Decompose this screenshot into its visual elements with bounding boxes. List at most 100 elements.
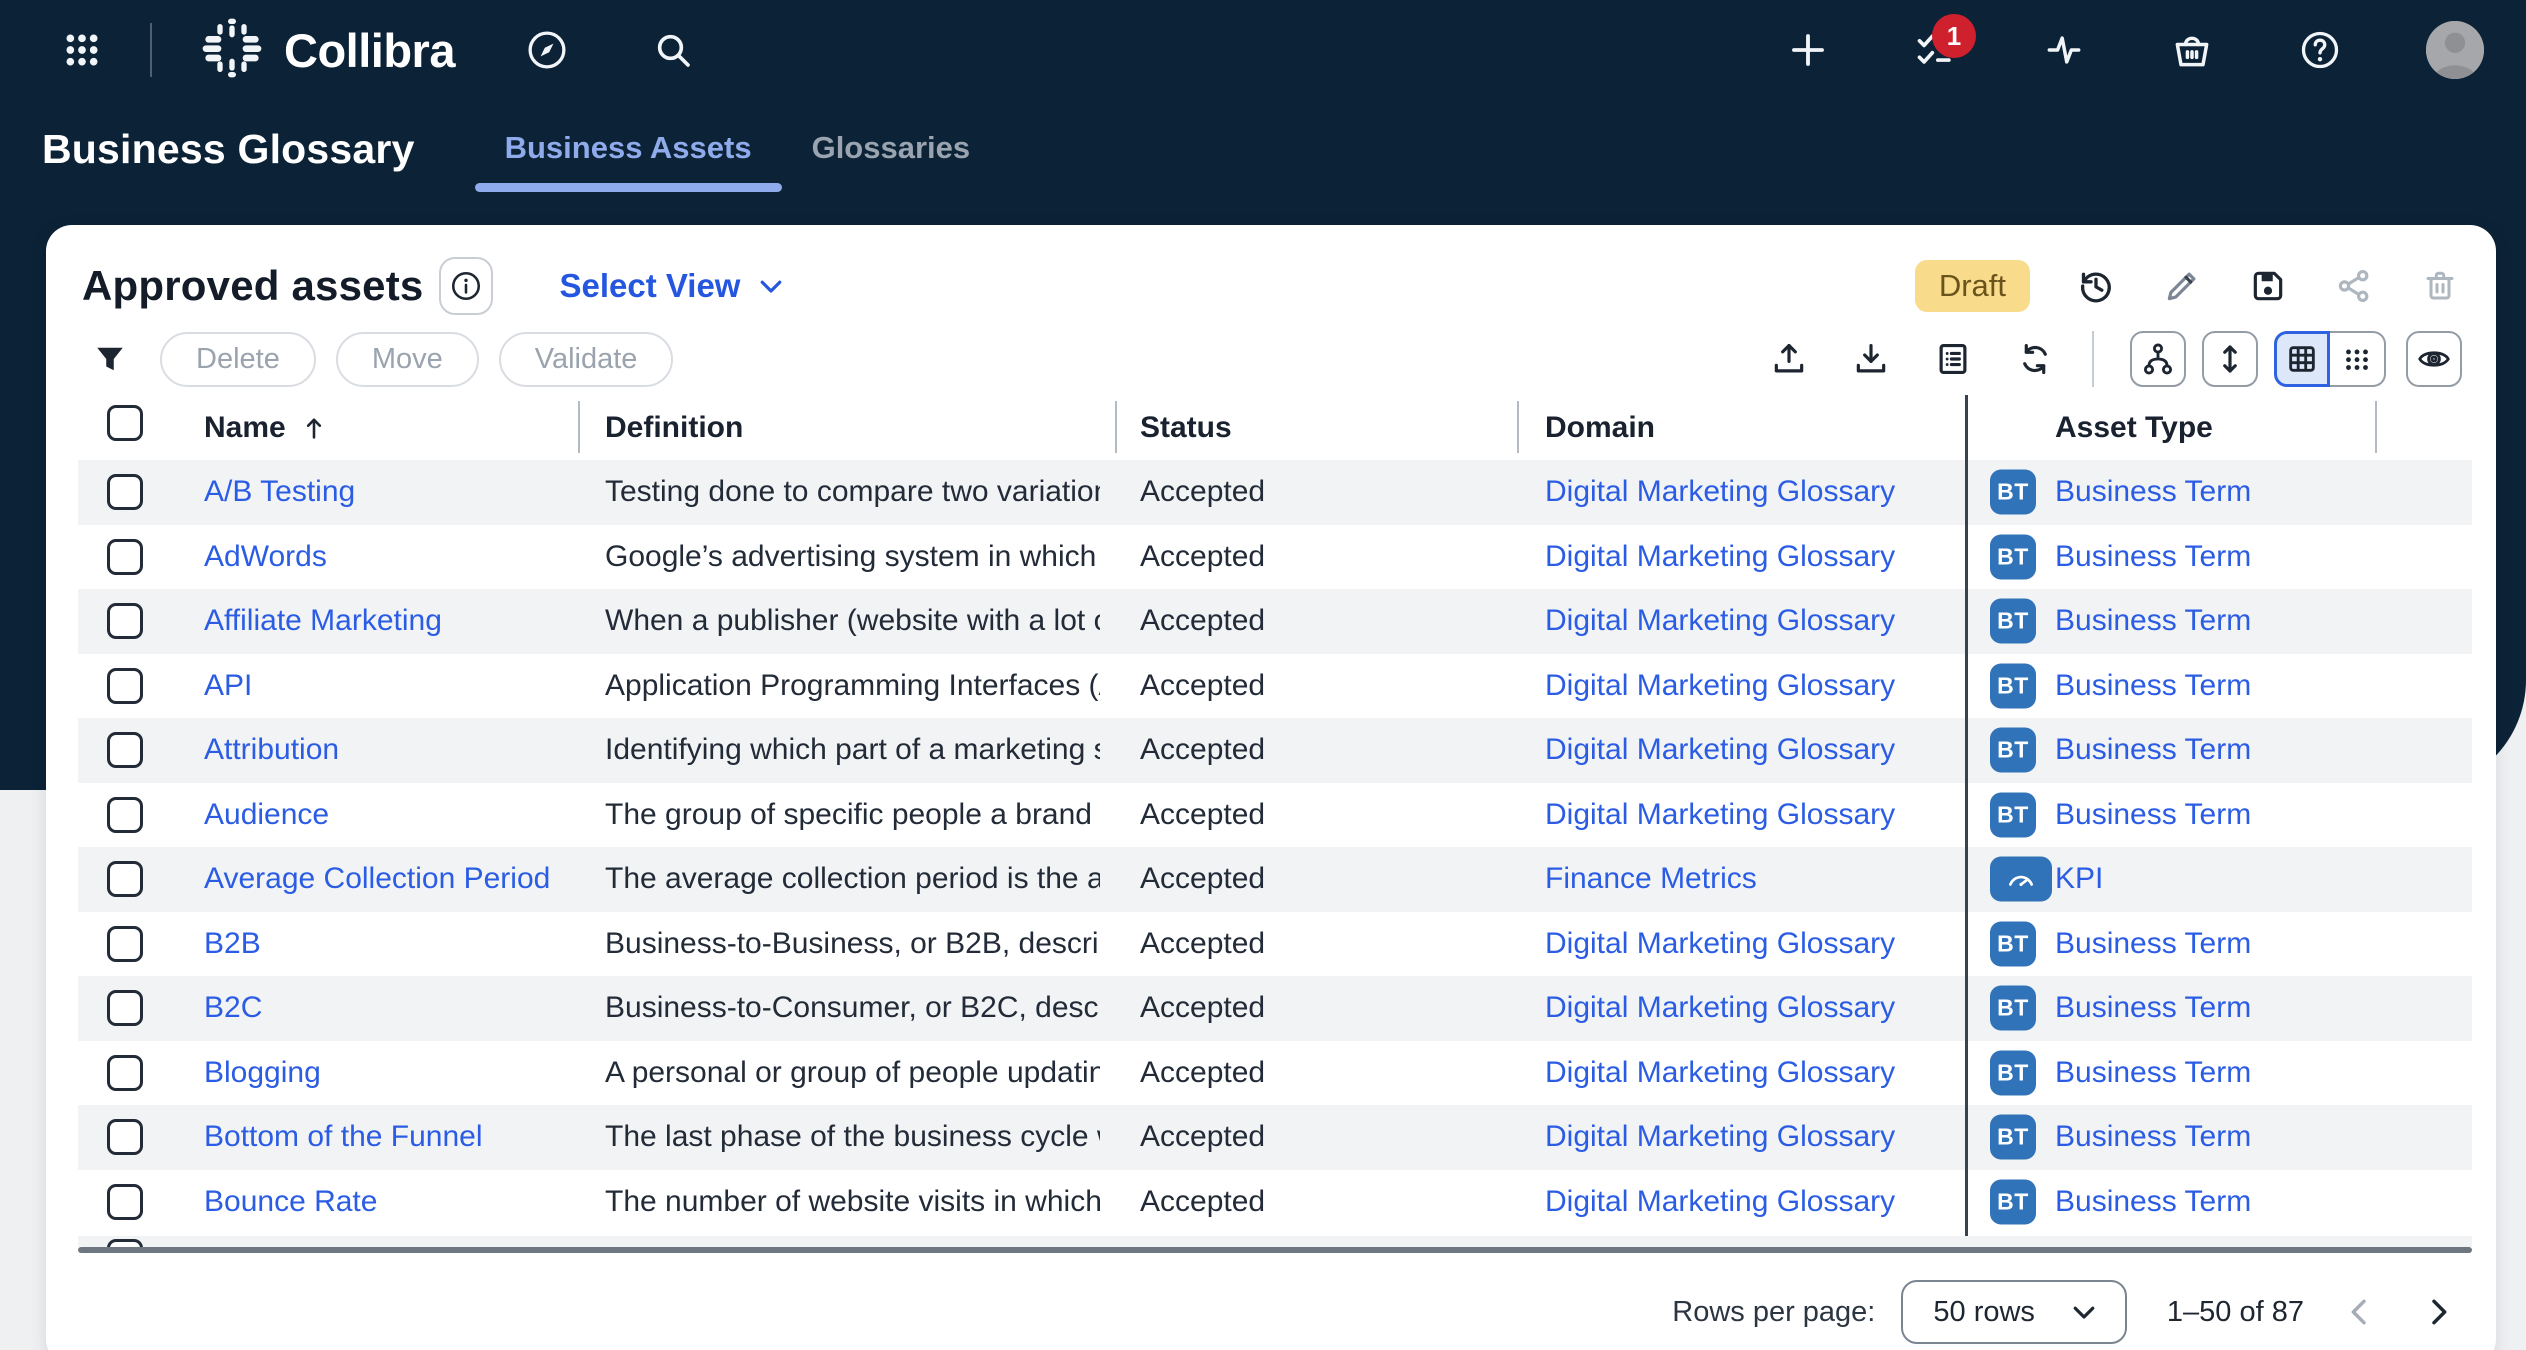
collibra-logo[interactable]: Collibra xyxy=(200,16,455,85)
row-checkbox[interactable] xyxy=(107,732,143,768)
refresh-icon[interactable] xyxy=(2014,338,2056,380)
download-icon[interactable] xyxy=(1850,338,1892,380)
asset-type-link[interactable]: Business Term xyxy=(2055,783,2385,848)
asset-type-link[interactable]: Business Term xyxy=(2055,460,2385,525)
asset-domain-link[interactable]: Digital Marketing Glossary xyxy=(1545,589,1950,654)
info-icon[interactable] xyxy=(439,257,493,315)
asset-type-link[interactable]: Business Term xyxy=(2055,912,2385,977)
asset-name-link[interactable]: B2B xyxy=(204,912,570,977)
select-view-dropdown[interactable]: Select View xyxy=(559,267,786,305)
trash-icon[interactable] xyxy=(2420,266,2460,306)
asset-domain-link[interactable]: Digital Marketing Glossary xyxy=(1545,1170,1950,1235)
row-checkbox[interactable] xyxy=(107,668,143,704)
column-header-asset-type[interactable]: Asset Type xyxy=(2055,395,2213,460)
asset-type-link[interactable]: Business Term xyxy=(2055,718,2385,783)
asset-type-link[interactable]: Business Term xyxy=(2055,525,2385,590)
table-view-icon[interactable] xyxy=(2274,331,2330,387)
column-header-name[interactable]: Name xyxy=(204,395,570,460)
row-checkbox[interactable] xyxy=(107,797,143,833)
create-plus-icon[interactable] xyxy=(1786,28,1830,72)
row-height-button[interactable] xyxy=(2202,331,2258,387)
column-header-domain[interactable]: Domain xyxy=(1545,395,1950,460)
validate-button[interactable]: Validate xyxy=(499,332,674,387)
share-icon[interactable] xyxy=(2334,266,2374,306)
search-icon[interactable] xyxy=(651,28,695,72)
asset-type-link[interactable]: Business Term xyxy=(2055,654,2385,719)
row-checkbox[interactable] xyxy=(107,861,143,897)
column-resize-handle[interactable] xyxy=(578,401,580,453)
history-icon[interactable] xyxy=(2076,266,2116,306)
asset-domain-link[interactable]: Digital Marketing Glossary xyxy=(1545,525,1950,590)
asset-domain-link[interactable]: Digital Marketing Glossary xyxy=(1545,976,1950,1041)
column-header-definition[interactable]: Definition xyxy=(605,395,1100,460)
report-icon[interactable] xyxy=(1932,338,1974,380)
apps-grid-icon[interactable] xyxy=(60,28,104,72)
asset-type-link[interactable]: KPI xyxy=(2055,847,2385,912)
tile-view-icon[interactable] xyxy=(2330,331,2386,387)
sort-ascending-icon xyxy=(300,414,328,442)
preview-eye-icon[interactable] xyxy=(2406,331,2462,387)
asset-type-link[interactable]: Business Term xyxy=(2055,1041,2385,1106)
asset-type-link[interactable]: Business Term xyxy=(2055,1105,2385,1170)
select-all-checkbox[interactable] xyxy=(107,405,143,441)
tab-business-assets[interactable]: Business Assets xyxy=(475,130,782,192)
row-checkbox[interactable] xyxy=(107,539,143,575)
asset-domain-link[interactable]: Digital Marketing Glossary xyxy=(1545,460,1950,525)
next-page-button[interactable] xyxy=(2416,1290,2460,1334)
row-checkbox[interactable] xyxy=(107,1119,143,1155)
row-checkbox[interactable] xyxy=(107,603,143,639)
hierarchy-view-button[interactable] xyxy=(2130,331,2186,387)
tasks-checklist-icon[interactable]: 1 xyxy=(1914,28,1958,72)
previous-page-button[interactable] xyxy=(2338,1290,2382,1334)
asset-domain-link[interactable]: Digital Marketing Glossary xyxy=(1545,1041,1950,1106)
asset-name-link[interactable]: A/B Testing xyxy=(204,460,570,525)
horizontal-scrollbar[interactable] xyxy=(78,1247,2472,1253)
upload-icon[interactable] xyxy=(1768,338,1810,380)
tab-glossaries[interactable]: Glossaries xyxy=(782,130,1001,192)
column-resize-handle[interactable] xyxy=(1517,401,1519,453)
asset-domain-link[interactable]: Digital Marketing Glossary xyxy=(1545,1105,1950,1170)
asset-domain-link[interactable]: Digital Marketing Glossary xyxy=(1545,783,1950,848)
asset-domain-link[interactable]: Digital Marketing Glossary xyxy=(1545,654,1950,719)
edit-pencil-icon[interactable] xyxy=(2162,266,2202,306)
row-checkbox[interactable] xyxy=(107,474,143,510)
help-icon[interactable] xyxy=(2298,28,2342,72)
row-checkbox[interactable] xyxy=(107,990,143,1026)
activity-pulse-icon[interactable] xyxy=(2042,28,2086,72)
filter-icon[interactable] xyxy=(90,339,130,379)
asset-name-link[interactable]: Audience xyxy=(204,783,570,848)
save-icon[interactable] xyxy=(2248,266,2288,306)
rows-per-page-select[interactable]: 50 rows xyxy=(1901,1280,2127,1344)
asset-definition: Application Programming Interfaces (A xyxy=(605,654,1100,719)
asset-domain-link[interactable]: Digital Marketing Glossary xyxy=(1545,912,1950,977)
asset-name-link[interactable]: Average Collection Period xyxy=(204,847,570,912)
asset-name-link[interactable]: API xyxy=(204,654,570,719)
column-resize-handle[interactable] xyxy=(2375,401,2377,453)
table-row: AdWords Google’s advertising system in w… xyxy=(78,525,2472,590)
asset-name-link[interactable]: AdWords xyxy=(204,525,570,590)
move-button[interactable]: Move xyxy=(336,332,479,387)
user-avatar[interactable] xyxy=(2426,21,2484,79)
row-checkbox[interactable] xyxy=(107,926,143,962)
asset-name-link[interactable]: Blogging xyxy=(204,1041,570,1106)
asset-domain-link[interactable]: Finance Metrics xyxy=(1545,847,1950,912)
asset-domain-link[interactable]: Digital Marketing Glossary xyxy=(1545,718,1950,783)
delete-button[interactable]: Delete xyxy=(160,332,316,387)
asset-name-link[interactable]: Attribution xyxy=(204,718,570,783)
column-header-status[interactable]: Status xyxy=(1140,395,1470,460)
column-resize-handle[interactable] xyxy=(1115,401,1117,453)
basket-icon[interactable] xyxy=(2170,28,2214,72)
asset-name-link[interactable]: Affiliate Marketing xyxy=(204,589,570,654)
row-checkbox[interactable] xyxy=(107,1184,143,1220)
kpi-gauge-icon xyxy=(2004,862,2038,896)
asset-name-link[interactable]: Bottom of the Funnel xyxy=(204,1105,570,1170)
asset-type-link[interactable]: Business Term xyxy=(2055,976,2385,1041)
row-checkbox[interactable] xyxy=(107,1055,143,1091)
asset-name-link[interactable]: B2C xyxy=(204,976,570,1041)
asset-status: Accepted xyxy=(1140,783,1470,848)
asset-type-link[interactable]: Business Term xyxy=(2055,589,2385,654)
frozen-column-divider[interactable] xyxy=(1965,395,1968,1247)
asset-type-link[interactable]: Business Term xyxy=(2055,1170,2385,1235)
asset-name-link[interactable]: Bounce Rate xyxy=(204,1170,570,1235)
compass-icon[interactable] xyxy=(525,28,569,72)
